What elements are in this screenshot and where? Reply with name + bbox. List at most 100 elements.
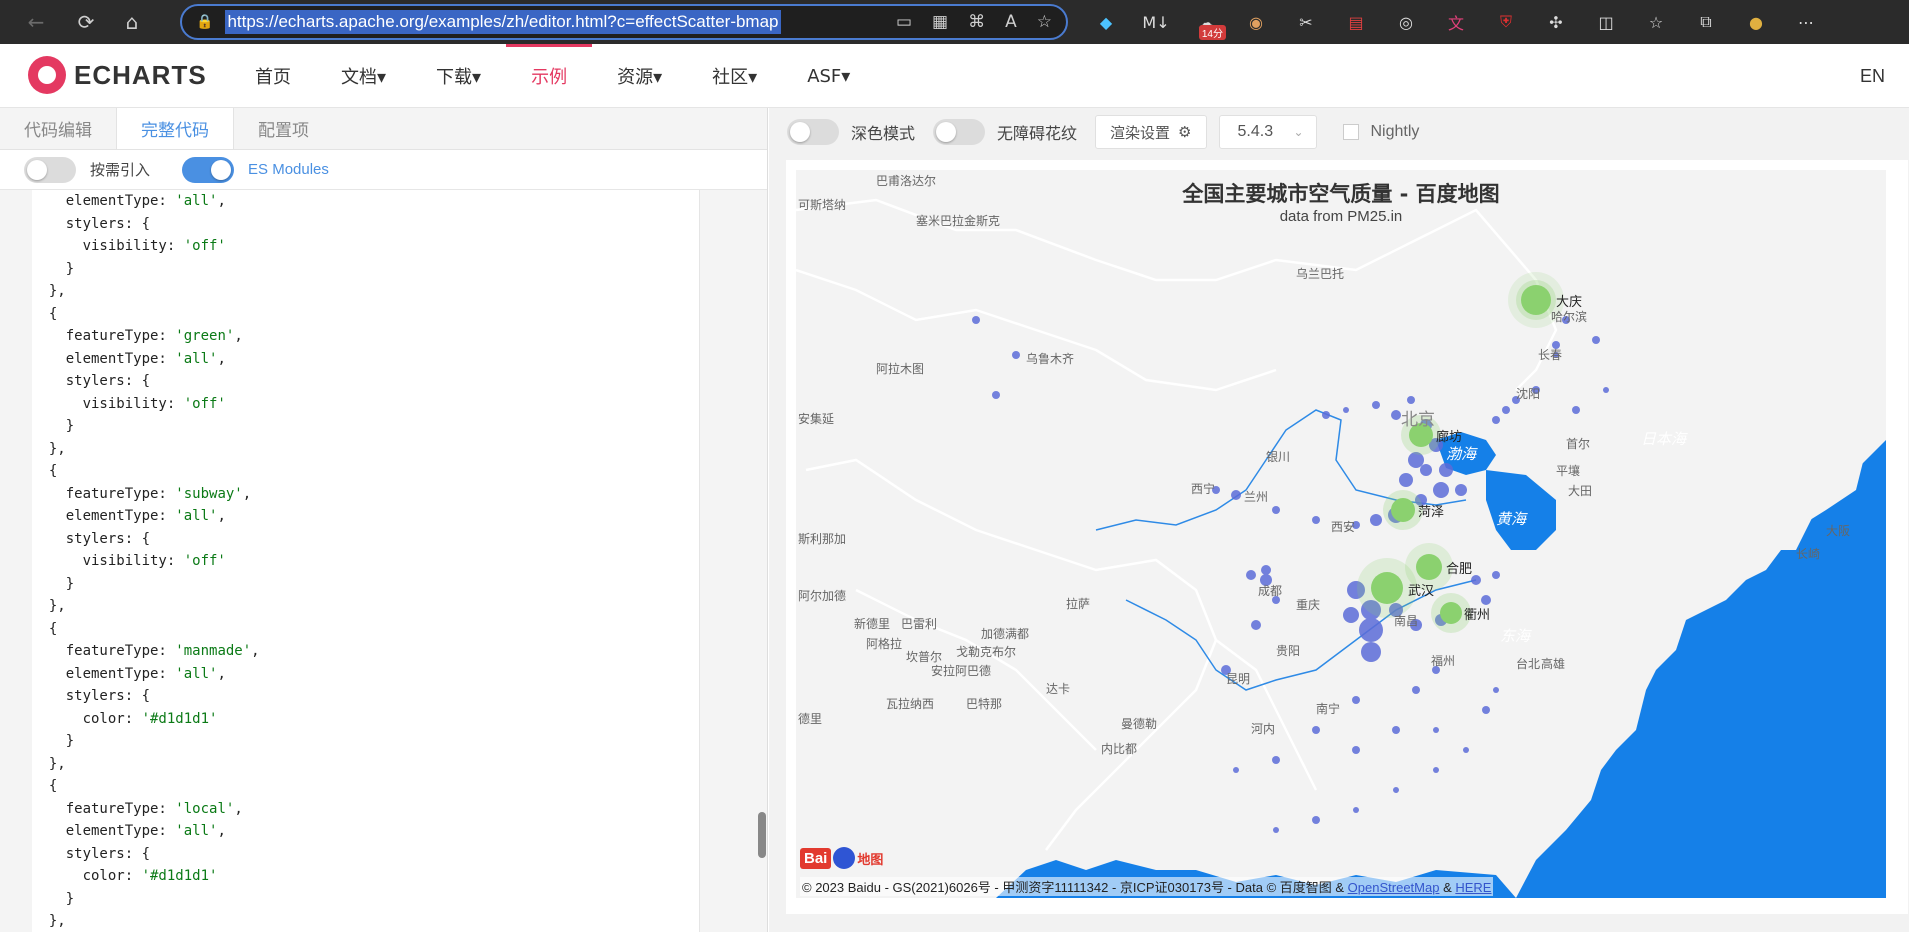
code-line: }, [32,595,699,618]
city-label: 大庆 [1556,295,1583,310]
menu-asf[interactable]: ASF▾ [782,44,875,108]
address-bar[interactable]: 🔒 https://echarts.apache.org/examples/zh… [180,4,1068,40]
menu-home[interactable]: 首页 [230,44,316,108]
code-line: } [32,415,699,438]
map-label: 内比都 [1101,742,1138,756]
home-icon[interactable]: ⌂ [114,4,150,40]
code-text: { [32,305,58,322]
menu-resources[interactable]: 资源▾ [592,44,687,108]
code-line: }, [32,280,699,303]
map-copyright: © 2023 Baidu - GS(2021)6026号 - 甲测资字11111… [800,877,1494,896]
code-string: 'subway' [175,485,243,502]
language-switch[interactable]: EN [1860,66,1885,87]
owl-extension-icon[interactable]: ◉ [1240,6,1272,38]
nightly-checkbox[interactable] [1342,124,1359,140]
puzzle-extensions-icon[interactable]: ✣ [1540,6,1572,38]
dictionary-extension-icon[interactable]: 文 [1440,6,1472,38]
map-label: 瓦拉纳西 [886,697,935,711]
map-label: 大田 [1568,484,1593,498]
extensions-bar: ◆ M↓ ☁ 14分 ◉ ✂ ▤ ◎ 文 ⛨ ✣ ◫ ☆ ⧉ ● ⋯ [1090,6,1822,40]
notes-extension-icon[interactable]: ▤ [1340,6,1372,38]
code-line: } [32,258,699,281]
translate-icon[interactable]: ⌘ [968,12,985,32]
read-aloud-icon[interactable]: A [1005,12,1017,32]
a11y-pattern-toggle[interactable] [933,119,986,145]
code-text: }, [32,755,66,772]
code-editor[interactable]: elementType: 'all', stylers: { visibilit… [32,190,700,932]
glasses-extension-icon[interactable]: ◎ [1390,6,1422,38]
back-icon[interactable]: ← [18,4,54,40]
menu-download[interactable]: 下载▾ [411,44,506,108]
collections-icon[interactable]: ⧉ [1690,6,1722,38]
code-line: color: '#d1d1d1' [32,865,699,888]
code-line: featureType: 'subway', [32,483,699,506]
map-label: 乌兰巴托 [1296,267,1345,281]
here-link[interactable]: HERE [1455,880,1491,895]
code-punct: , [234,328,243,344]
chevron-down-icon: ⌄ [1293,125,1304,139]
version-select[interactable]: 5.4.3 ⌄ [1218,115,1317,149]
code-string: 'off' [183,238,226,254]
profile-avatar[interactable]: ● [1740,6,1772,38]
map-label: 阿尔加德 [798,589,847,603]
apps-icon[interactable]: ▦ [932,12,948,32]
code-text: stylers: { [32,530,151,547]
code-line: elementType: 'all', [32,348,699,371]
tab-code-edit[interactable]: 代码编辑 [0,108,116,149]
shield-extension-icon[interactable]: ⛨ [1490,6,1522,38]
map-label: 戈勒克布尔 [956,645,1017,659]
menu-community[interactable]: 社区▾ [687,44,782,108]
split-screen-icon[interactable]: ◫ [1590,6,1622,38]
url-text[interactable]: https://echarts.apache.org/examples/zh/e… [225,10,781,34]
screencast-icon[interactable]: ▭ [896,12,912,32]
map-label: 南昌 [1394,614,1419,628]
more-menu-icon[interactable]: ⋯ [1790,6,1822,38]
top-city-heze [1391,498,1415,522]
scissors-extension-icon[interactable]: ✂ [1290,6,1322,38]
code-text: stylers: { [32,373,151,389]
on-demand-import-toggle[interactable] [24,156,76,183]
map-label: 首尔 [1566,437,1591,451]
menu-examples[interactable]: 示例 [506,44,593,108]
code-string: '#d1d1d1' [141,710,218,727]
map-label: 重庆 [1296,598,1321,612]
render-settings-button[interactable]: 渲染设置 ⚙ [1095,115,1207,149]
favorites-icon[interactable]: ☆ [1640,6,1672,38]
top-city-quzhou [1440,602,1462,624]
openstreetmap-link[interactable]: OpenStreetMap [1348,880,1440,895]
menu-docs[interactable]: 文档▾ [316,44,411,108]
favorite-icon[interactable]: ☆ [1037,12,1052,32]
refresh-icon[interactable]: ⟳ [68,4,104,40]
map-label: 阿格拉 [866,637,903,651]
echarts-logo[interactable]: ECHARTS [28,56,207,94]
map-label: 斯利那加 [798,532,847,546]
code-line: elementType: 'all', [32,505,699,528]
tab-options[interactable]: 配置项 [234,108,333,149]
code-line: { [32,460,699,483]
baidu-map[interactable]: 巴甫洛达尔 塞米巴拉金斯克 可斯塔纳 乌兰巴托 阿拉木图 乌鲁木齐 北京 银川 … [796,170,1886,898]
map-label: 高雄 [1541,657,1566,671]
gem-extension-icon[interactable]: ◆ [1090,6,1122,38]
browser-toolbar: ← ⟳ ⌂ 🔒 https://echarts.apache.org/examp… [0,0,1909,44]
chart-subtitle: data from PM25.in [1279,208,1403,225]
editor-scrollbar[interactable] [758,812,766,858]
chart-container: 巴甫洛达尔 塞米巴拉金斯克 可斯塔纳 乌兰巴托 阿拉木图 乌鲁木齐 北京 银川 … [786,160,1908,914]
baidu-logo-map-text: 地图 [857,852,884,868]
address-bar-icons: ▭ ▦ ⌘ A ☆ [896,12,1052,32]
code-string: 'off' [183,553,226,569]
dark-mode-toggle[interactable] [787,119,839,145]
city-label: 武汉 [1408,584,1435,599]
markdown-extension-icon[interactable]: M↓ [1140,6,1172,38]
render-settings-label: 渲染设置 [1110,123,1171,142]
timer-extension-icon[interactable]: ☁ 14分 [1190,6,1226,40]
map-label: 长春 [1538,348,1563,362]
code-text: visibility: [32,395,184,412]
es-modules-toggle[interactable] [182,156,235,183]
a11y-pattern-label: 无障碍花纹 [997,124,1078,143]
tab-full-code[interactable]: 完整代码 [116,108,234,149]
code-line: { [32,775,699,798]
city-label: 衢州 [1464,608,1491,623]
code-line: featureType: 'green', [32,325,699,348]
code-text: { [32,620,58,637]
code-text: { [32,778,58,794]
